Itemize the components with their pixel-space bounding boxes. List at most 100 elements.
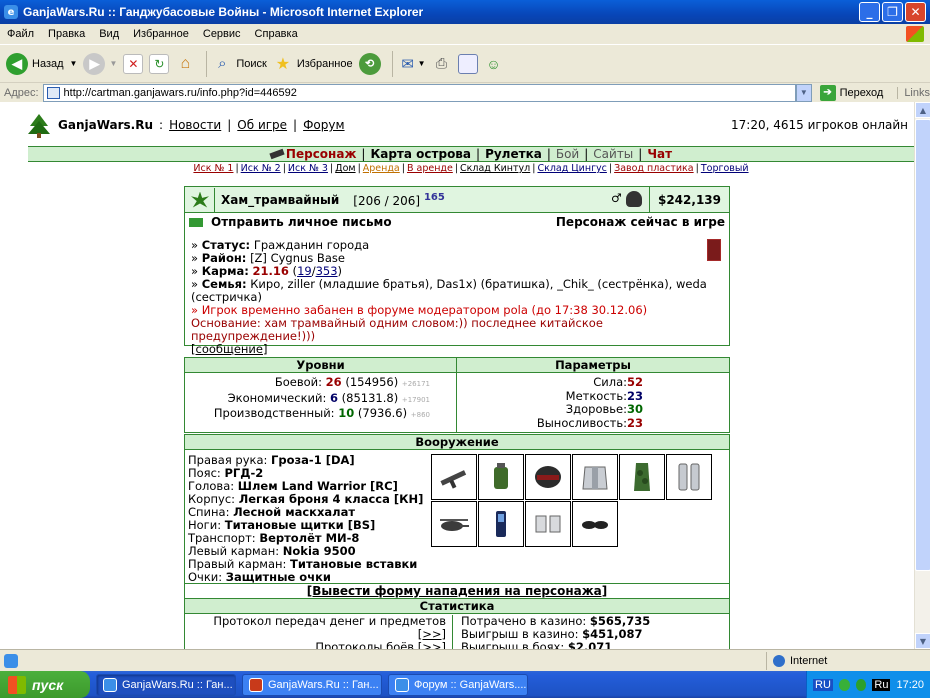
sub-nav-item[interactable]: Иск № 1 <box>193 163 233 174</box>
print-button[interactable]: ⎙ <box>432 54 452 74</box>
messenger-button[interactable]: ☺ <box>484 54 504 74</box>
equipment-item-link[interactable]: Легкая броня 4 класса [КН] <box>239 492 424 506</box>
main-nav-item[interactable]: Чат <box>647 147 672 161</box>
stat-open-link[interactable]: [>>] <box>418 627 446 641</box>
links-button[interactable]: Links <box>897 86 930 99</box>
send-message-link[interactable]: Отправить личное письмо <box>211 215 392 229</box>
edit-button[interactable] <box>457 53 478 74</box>
ie-icon <box>395 677 409 692</box>
sub-nav-item[interactable]: Торговый <box>701 163 749 174</box>
sub-nav-item[interactable]: Аренда <box>363 163 400 174</box>
equipment-item-link[interactable]: Титановые щитки [BS] <box>225 518 376 532</box>
sub-nav-item[interactable]: Завод пластика <box>614 163 694 174</box>
url-dropdown-button[interactable]: ▼ <box>796 83 812 102</box>
tray-app-icon[interactable] <box>855 678 867 691</box>
network-icon[interactable] <box>838 678 850 691</box>
stat-label: Протокол передач денег и предметов <box>213 614 446 628</box>
equipment-item-link[interactable]: Гроза-1 [DA] <box>271 453 355 467</box>
message-link[interactable]: сообщение <box>196 342 263 356</box>
main-nav-item[interactable]: Бой <box>556 147 579 161</box>
search-button[interactable]: ⌕ Поиск <box>212 54 267 74</box>
scroll-thumb[interactable] <box>915 119 930 571</box>
main-nav-item[interactable]: Карта острова <box>370 147 471 161</box>
sub-nav-item[interactable]: Дом <box>335 163 355 174</box>
sub-nav-item[interactable]: В аренде <box>407 163 453 174</box>
mail-button[interactable]: ✉ ▼ <box>398 54 425 74</box>
online-status: Персонаж сейчас в игре <box>555 215 725 229</box>
go-button[interactable]: ➔ Переход <box>819 84 883 101</box>
levels-cell: Боевой: 26 (154956) +26171 Экономический:… <box>184 372 457 433</box>
language-indicator[interactable]: RU <box>813 678 833 691</box>
inserts-icon[interactable] <box>525 501 571 547</box>
gun-icon <box>269 148 285 160</box>
history-button[interactable]: ⟲ <box>358 52 381 75</box>
taskbar-item[interactable]: Форум :: GanjaWars.... <box>388 673 528 696</box>
stop-button[interactable]: ✕ <box>123 53 144 74</box>
phone-icon[interactable] <box>478 501 524 547</box>
mail-icon <box>189 217 203 227</box>
equipment-slot: Голова: <box>188 479 235 493</box>
rifle-icon[interactable] <box>431 454 477 500</box>
keyboard-layout-indicator[interactable]: Ru <box>872 678 891 691</box>
grenade-icon[interactable] <box>478 454 524 500</box>
equipment-item-link[interactable]: Вертолёт МИ-8 <box>259 531 359 545</box>
attack-form-link[interactable]: [Вывести форму нападения на персонажа] <box>184 583 730 599</box>
menu-item[interactable]: Правка <box>41 28 92 40</box>
stat-link-row: Протокол передач денег и предметов [>>] <box>185 615 446 641</box>
sub-nav-item[interactable]: Иск № 3 <box>288 163 328 174</box>
stat-open-link[interactable]: [>>] <box>418 640 446 650</box>
equipment-item-link[interactable]: Шлем Land Warrior [RC] <box>238 479 398 493</box>
goggles-icon[interactable] <box>572 501 618 547</box>
equipment-slot: Очки: <box>188 570 223 584</box>
taskbar-item[interactable]: GanjaWars.Ru :: Ган... <box>96 673 236 696</box>
main-nav-item[interactable]: Сайты <box>593 147 633 161</box>
armor-icon[interactable] <box>572 454 618 500</box>
close-button[interactable]: ✕ <box>905 2 926 22</box>
equipment-item-link[interactable]: РГД-2 <box>224 466 263 480</box>
helicopter-icon[interactable] <box>431 501 477 547</box>
scroll-up-button[interactable]: ▲ <box>915 102 930 118</box>
camo-suit-icon[interactable] <box>619 454 665 500</box>
forum-link[interactable]: Форум <box>303 118 344 132</box>
menu-item[interactable]: Вид <box>92 28 126 40</box>
equipment-item-link[interactable]: Лесной маскхалат <box>233 505 355 519</box>
printer-icon: ⎙ <box>435 55 448 71</box>
menu-item[interactable]: Сервис <box>196 28 248 40</box>
favorites-button[interactable]: ★ Избранное <box>273 54 353 74</box>
sub-nav-item[interactable]: Иск № 2 <box>241 163 281 174</box>
back-button[interactable]: ◀ Назад ▼ <box>6 52 77 75</box>
male-icon: ♂ <box>611 191 622 205</box>
home-button[interactable]: ⌂ <box>175 54 195 74</box>
about-link[interactable]: Об игре <box>237 118 287 132</box>
forward-button[interactable]: ▶ ▼ <box>83 52 117 75</box>
refresh-button[interactable]: ↻ <box>149 53 170 74</box>
history-icon: ⟲ <box>358 52 381 75</box>
leg-guards-icon[interactable] <box>666 454 712 500</box>
url-input[interactable]: http://cartman.ganjawars.ru/info.php?id=… <box>42 83 797 102</box>
equipment-item-link[interactable]: Титановые вставки <box>290 557 417 571</box>
profile-info: » Статус: Гражданин города » Район: [Z] … <box>185 231 729 356</box>
main-nav-item[interactable]: Персонаж <box>286 147 356 161</box>
news-link[interactable]: Новости <box>169 118 221 132</box>
minimize-button[interactable]: _ <box>859 2 880 22</box>
menu-item[interactable]: Справка <box>248 28 305 40</box>
karma-negative-link[interactable]: 353 <box>316 264 338 278</box>
main-nav-item[interactable]: Рулетка <box>485 147 542 161</box>
sub-nav-item[interactable]: Склад Кинтул <box>460 163 530 174</box>
equipment-item-link[interactable]: Защитные очки <box>226 570 331 584</box>
site-name: GanjaWars.Ru <box>58 118 154 132</box>
maximize-button[interactable]: ❐ <box>882 2 903 22</box>
menu-item[interactable]: Файл <box>0 28 41 40</box>
start-button[interactable]: пуск <box>0 671 90 698</box>
taskbar-item[interactable]: GanjaWars.Ru :: Ган... <box>242 673 382 696</box>
scroll-down-button[interactable]: ▼ <box>915 633 930 649</box>
karma-positive-link[interactable]: 19 <box>297 264 312 278</box>
menu-item[interactable]: Избранное <box>126 28 196 40</box>
status-value: Гражданин города <box>253 238 370 252</box>
passport-icon[interactable] <box>707 239 721 261</box>
equipment-item-link[interactable]: Nokia 9500 <box>283 544 356 558</box>
helmet-icon[interactable] <box>525 454 571 500</box>
home-icon: ⌂ <box>180 54 191 72</box>
sub-nav-item[interactable]: Склад Цингус <box>537 163 606 174</box>
vertical-scrollbar[interactable]: ▲ ▼ <box>914 102 930 649</box>
